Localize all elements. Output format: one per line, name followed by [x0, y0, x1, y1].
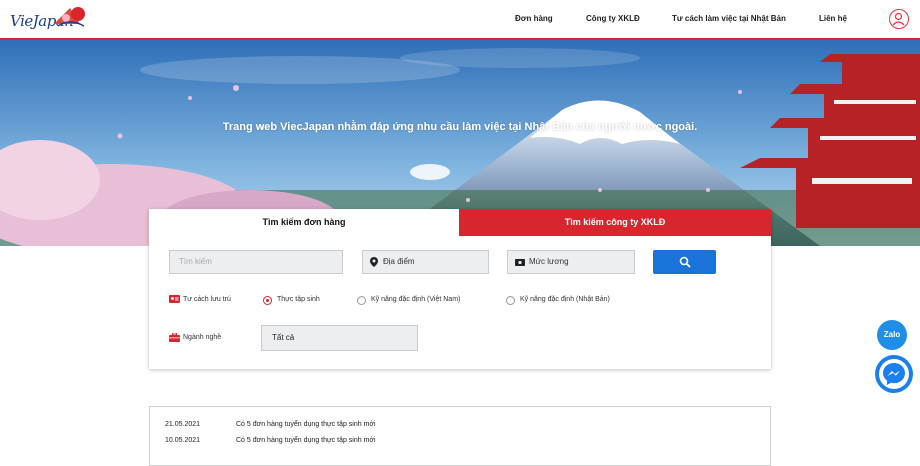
news-date: 21.05.2021	[165, 421, 201, 428]
nav-orders[interactable]: Đơn hàng	[515, 14, 553, 23]
nav-work-status[interactable]: Tư cách làm việc tại Nhật Bản	[672, 14, 786, 23]
option-skilled-jp-label: Kỹ năng đặc định (Nhật Bản)	[520, 296, 610, 303]
site-header: VieJapan Đơn hàng Công ty XKLĐ Tư cách l…	[0, 0, 920, 38]
location-select[interactable]: Địa điểm	[362, 250, 489, 274]
radio-skilled-vn[interactable]	[357, 296, 366, 305]
messenger-button[interactable]	[875, 355, 913, 393]
news-text: Có 5 đơn hàng tuyển dụng thực tập sinh m…	[236, 421, 376, 428]
nav-contact[interactable]: Liên hệ	[819, 14, 847, 23]
zalo-button[interactable]: Zalo	[877, 320, 907, 350]
news-list: 21.05.2021 Có 5 đơn hàng tuyển dụng thực…	[149, 406, 771, 466]
option-skilled-vn-label: Kỹ năng đặc định (Việt Nam)	[371, 296, 461, 303]
id-card-icon	[169, 295, 180, 303]
search-icon	[679, 256, 691, 268]
hero-tagline: Trang web ViecJapan nhằm đáp ứng nhu cầu…	[222, 121, 698, 133]
salary-select[interactable]: Mức lương	[507, 250, 635, 274]
site-logo[interactable]: VieJapan	[8, 4, 90, 36]
salary-label: Mức lương	[529, 257, 569, 266]
option-intern-label: Thực tập sinh	[277, 296, 320, 303]
list-item[interactable]: 21.05.2021 Có 5 đơn hàng tuyển dụng thực…	[150, 421, 770, 433]
fan-logo-icon	[54, 7, 85, 27]
location-label: Địa điểm	[383, 257, 415, 266]
search-button[interactable]	[653, 250, 716, 274]
nav-companies[interactable]: Công ty XKLĐ	[586, 14, 640, 23]
radio-intern[interactable]	[263, 296, 272, 305]
news-text: Có 5 đơn hàng tuyển dụng thực tập sinh m…	[236, 437, 376, 444]
briefcase-icon	[169, 333, 180, 342]
radio-skilled-jp[interactable]	[506, 296, 515, 305]
news-date: 10.05.2021	[165, 437, 201, 444]
search-panel: Tìm kiếm đơn hàng Tìm kiếm công ty XKLĐ …	[149, 209, 771, 369]
industry-select[interactable]: Tất cả	[261, 325, 418, 351]
zalo-label: Zalo	[883, 330, 901, 339]
industry-label: Ngành nghề	[183, 334, 222, 341]
messenger-icon	[879, 359, 909, 389]
tab-search-companies[interactable]: Tìm kiếm công ty XKLĐ	[459, 209, 771, 236]
keyword-input[interactable]: Tìm kiếm	[169, 250, 343, 274]
list-item[interactable]: 10.05.2021 Có 5 đơn hàng tuyển dụng thực…	[150, 437, 770, 449]
tab-search-orders[interactable]: Tìm kiếm đơn hàng	[149, 209, 459, 236]
map-pin-icon	[370, 257, 378, 267]
residence-label: Tư cách lưu trú	[183, 296, 231, 303]
user-circle-icon[interactable]	[889, 9, 909, 29]
money-icon	[515, 259, 525, 266]
